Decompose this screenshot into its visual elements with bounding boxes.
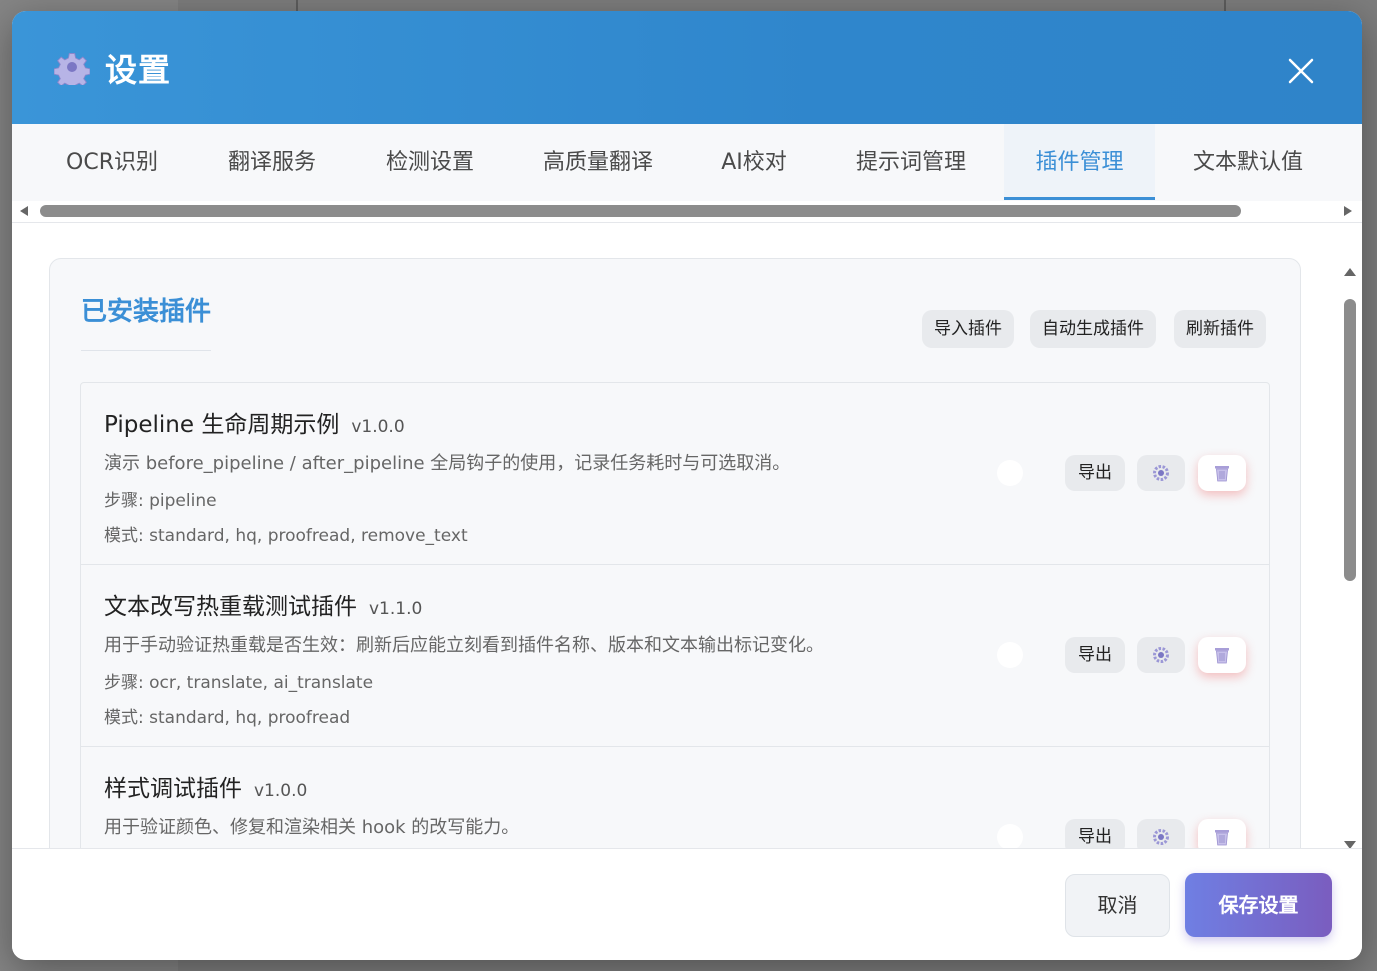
plugin-name: 文本改写热重载测试插件 — [104, 594, 357, 620]
plugin-version: v1.0.0 — [351, 417, 405, 437]
plugin-steps: 步骤: ocr, translate, ai_translate — [104, 673, 374, 693]
installed-plugins-panel: 已安装插件 导入插件 自动生成插件 刷新插件 Pipeline 生命周期示例 v1… — [49, 258, 1301, 848]
close-icon[interactable] — [1284, 54, 1318, 88]
tab-plugin-management[interactable]: 插件管理 — [1004, 124, 1155, 200]
plugin-version: v1.0.0 — [254, 781, 308, 801]
plugin-description: 用于手动验证热重载是否生效：刷新后应能立刻看到插件名称、版本和文本输出标记变化。 — [104, 635, 824, 656]
tab-ai-proofread[interactable]: AI校对 — [696, 124, 812, 200]
plugin-settings-button[interactable] — [1137, 637, 1185, 673]
gear-icon — [1153, 829, 1169, 845]
export-button[interactable]: 导出 — [1065, 637, 1125, 673]
list-item: 样式调试插件 v1.0.0 用于验证颜色、修复和渲染相关 hook 的改写能力。 … — [81, 747, 1269, 848]
list-item: Pipeline 生命周期示例 v1.0.0 演示 before_pipeline… — [81, 383, 1269, 565]
enable-toggle[interactable] — [997, 824, 1023, 848]
gear-icon — [1153, 647, 1169, 663]
autogen-plugin-button[interactable]: 自动生成插件 — [1030, 310, 1156, 348]
plugin-name-line: Pipeline 生命周期示例 v1.0.0 — [104, 405, 405, 439]
dialog-footer: 取消 保存设置 — [12, 848, 1362, 960]
tab-hq-translation[interactable]: 高质量翻译 — [516, 124, 680, 200]
tab-scrollbar[interactable] — [12, 201, 1362, 223]
plugin-version: v1.1.0 — [369, 599, 423, 619]
plugin-name-line: 文本改写热重载测试插件 v1.1.0 — [104, 587, 422, 621]
import-plugin-button[interactable]: 导入插件 — [922, 310, 1014, 348]
plugin-list: Pipeline 生命周期示例 v1.0.0 演示 before_pipeline… — [80, 382, 1270, 848]
tab-bar: OCR识别 翻译服务 检测设置 高质量翻译 AI校对 提示词管理 插件管理 文本… — [12, 124, 1362, 201]
panel-title: 已安装插件 — [81, 291, 212, 351]
tab-ocr[interactable]: OCR识别 — [40, 124, 184, 200]
gear-icon — [1153, 465, 1169, 481]
scroll-left-icon[interactable] — [20, 206, 28, 216]
scroll-up-icon[interactable] — [1344, 268, 1356, 276]
trash-icon — [1215, 466, 1229, 482]
export-button[interactable]: 导出 — [1065, 455, 1125, 491]
delete-plugin-button[interactable] — [1198, 455, 1246, 491]
save-settings-button[interactable]: 保存设置 — [1185, 873, 1332, 937]
enable-toggle[interactable] — [997, 642, 1023, 668]
plugin-name: 样式调试插件 — [104, 776, 242, 802]
dialog-header: 设置 — [12, 11, 1362, 124]
plugin-steps: 步骤: pipeline — [104, 491, 217, 511]
plugin-description: 演示 before_pipeline / after_pipeline 全局钩子… — [104, 453, 791, 474]
plugin-settings-button[interactable] — [1137, 819, 1185, 848]
enable-toggle[interactable] — [997, 460, 1023, 486]
plugin-modes: 模式: standard, hq, proofread, remove_text — [104, 526, 468, 546]
delete-plugin-button[interactable] — [1198, 637, 1246, 673]
scroll-right-icon[interactable] — [1344, 206, 1352, 216]
plugin-description: 用于验证颜色、修复和渲染相关 hook 的改写能力。 — [104, 817, 520, 838]
trash-icon — [1215, 830, 1229, 846]
delete-plugin-button[interactable] — [1198, 819, 1246, 848]
content-scrollbar[interactable] — [1340, 254, 1360, 848]
tab-text-defaults[interactable]: 文本默认值 — [1172, 124, 1324, 200]
scroll-thumb[interactable] — [1344, 299, 1356, 581]
tab-translation-service[interactable]: 翻译服务 — [202, 124, 342, 200]
scroll-thumb[interactable] — [40, 205, 1241, 217]
settings-dialog: 设置 OCR识别 翻译服务 检测设置 高质量翻译 AI校对 提示词管理 插件管理… — [12, 11, 1362, 960]
tab-detection[interactable]: 检测设置 — [360, 124, 500, 200]
gear-icon — [53, 49, 91, 90]
export-button[interactable]: 导出 — [1065, 819, 1125, 848]
trash-icon — [1215, 648, 1229, 664]
list-item: 文本改写热重载测试插件 v1.1.0 用于手动验证热重载是否生效：刷新后应能立刻看… — [81, 565, 1269, 747]
plugin-modes: 模式: standard, hq, proofread — [104, 708, 351, 728]
refresh-plugins-button[interactable]: 刷新插件 — [1174, 310, 1266, 348]
plugin-settings-button[interactable] — [1137, 455, 1185, 491]
dialog-title: 设置 — [105, 51, 172, 89]
tab-prompt-management[interactable]: 提示词管理 — [832, 124, 990, 200]
scroll-down-icon[interactable] — [1344, 841, 1356, 848]
settings-content: 已安装插件 导入插件 自动生成插件 刷新插件 Pipeline 生命周期示例 v1… — [12, 224, 1362, 848]
cancel-button[interactable]: 取消 — [1065, 874, 1170, 937]
plugin-name-line: 样式调试插件 v1.0.0 — [104, 769, 307, 803]
plugin-name: Pipeline 生命周期示例 — [104, 412, 340, 438]
